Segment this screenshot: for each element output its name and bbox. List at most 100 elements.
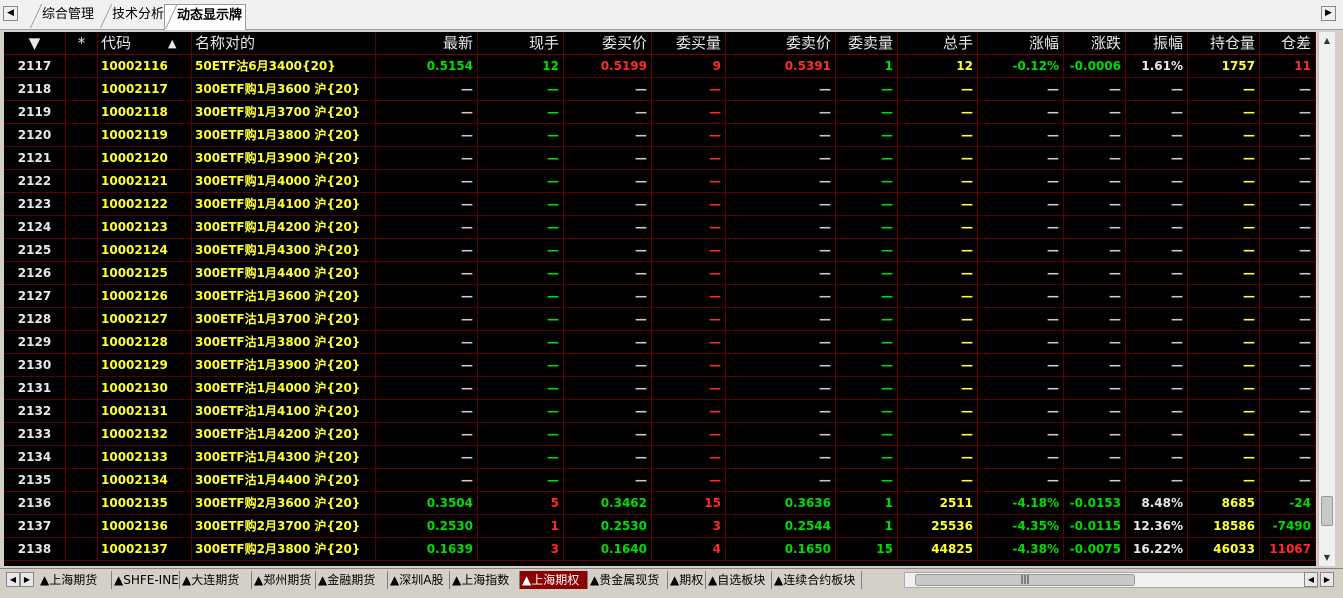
row-value: — — [978, 101, 1064, 124]
table-row[interactable]: 2126 10002125 300ETF购1月4400 沪{20} — — — — — — — — —… — [4, 262, 1316, 285]
row-value: — — [1188, 101, 1260, 124]
bottom-tab[interactable]: ▲郑州期货 — [252, 571, 316, 589]
table-row[interactable]: 2123 10002122 300ETF购1月4100 沪{20} — — — — — — — — —… — [4, 193, 1316, 216]
row-index: 2117 — [4, 55, 66, 78]
row-value: — — [1064, 446, 1126, 469]
table-row[interactable]: 2124 10002123 300ETF购1月4200 沪{20} — — — — — — — — —… — [4, 216, 1316, 239]
row-value: 1 — [478, 515, 564, 538]
header-code[interactable]: 代码 ▲ — [98, 32, 192, 55]
tab-dynamic-board[interactable]: 动态显示牌 — [164, 4, 246, 30]
hscroll-thumb[interactable]: ||| — [915, 574, 1135, 586]
table-row[interactable]: 2125 10002124 300ETF购1月4300 沪{20} — — — — — — — — —… — [4, 239, 1316, 262]
row-value: — — [1126, 239, 1188, 262]
table-row[interactable]: 2135 10002134 300ETF沽1月4400 沪{20} — — — — — — — — —… — [4, 469, 1316, 492]
row-value: — — [1260, 469, 1316, 492]
table-row[interactable]: 2119 10002118 300ETF购1月3700 沪{20} — — — — — — — — —… — [4, 101, 1316, 124]
bottom-tab-right-icon[interactable]: ▶ — [20, 572, 34, 587]
bottom-tab[interactable]: ▲上海期权 — [520, 571, 588, 589]
row-value: — — [1126, 469, 1188, 492]
row-value: — — [376, 331, 478, 354]
table-row[interactable]: 2121 10002120 300ETF购1月3900 沪{20} — — — — — — — — —… — [4, 147, 1316, 170]
table-row[interactable]: 2130 10002129 300ETF沽1月3900 沪{20} — — — — — — — — —… — [4, 354, 1316, 377]
header-name[interactable]: 名称对的 — [192, 32, 376, 55]
header-col[interactable]: 涨幅 — [978, 32, 1064, 55]
header-col[interactable]: 现手 — [478, 32, 564, 55]
table-row[interactable]: 2134 10002133 300ETF沽1月4300 沪{20} — — — — — — — — —… — [4, 446, 1316, 469]
tab-technical-analysis[interactable]: 技术分析 — [100, 4, 166, 28]
row-value: — — [898, 170, 978, 193]
header-col[interactable]: 最新 — [376, 32, 478, 55]
row-value: — — [1260, 423, 1316, 446]
bottom-tab[interactable]: ▲SHFE-INE — [112, 571, 180, 589]
row-value: — — [898, 262, 978, 285]
tab-label: 动态显示牌 — [177, 8, 243, 23]
row-index: 2128 — [4, 308, 66, 331]
table-row[interactable]: 2122 10002121 300ETF购1月4000 沪{20} — — — — — — — — —… — [4, 170, 1316, 193]
bottom-tab[interactable]: ▲期权 — [668, 571, 706, 589]
table-row[interactable]: 2133 10002132 300ETF沽1月4200 沪{20} — — — — — — — — —… — [4, 423, 1316, 446]
row-value: — — [652, 147, 726, 170]
bottom-tab[interactable]: ▲贵金属现货 — [588, 571, 668, 589]
row-value: — — [1260, 377, 1316, 400]
header-col[interactable]: 委买价 — [564, 32, 652, 55]
table-row[interactable]: 2136 10002135 300ETF购2月3600 沪{20} 0.3504 5 0.… — [4, 492, 1316, 515]
table-row[interactable]: 2117 10002116 50ETF沽6月3400{20} 0.5154 12 0.51… — [4, 55, 1316, 78]
scroll-up-icon[interactable]: ▲ — [1319, 32, 1335, 49]
row-value: — — [1260, 262, 1316, 285]
row-value: -7490 — [1260, 515, 1316, 538]
tab-general-management[interactable]: 综合管理 — [30, 4, 102, 28]
row-value: — — [898, 216, 978, 239]
table-row[interactable]: 2132 10002131 300ETF沽1月4100 沪{20} — — — — — — — — —… — [4, 400, 1316, 423]
row-value: — — [898, 193, 978, 216]
table-row[interactable]: 2120 10002119 300ETF购1月3800 沪{20} — — — — — — — — —… — [4, 124, 1316, 147]
row-value: — — [836, 216, 898, 239]
sort-toggle-icon[interactable]: ▼ — [4, 32, 66, 55]
row-code: 10002137 — [98, 538, 192, 561]
row-value: — — [564, 124, 652, 147]
row-index: 2129 — [4, 331, 66, 354]
table-row[interactable]: 2127 10002126 300ETF沽1月3600 沪{20} — — — — — — — — —… — [4, 285, 1316, 308]
header-col[interactable]: 委卖量 — [836, 32, 898, 55]
row-index: 2126 — [4, 262, 66, 285]
row-code: 10002131 — [98, 400, 192, 423]
scrollbar-thumb[interactable] — [1321, 496, 1333, 526]
tab-scroll-left-icon[interactable]: ◀ — [3, 6, 18, 21]
row-value: — — [478, 101, 564, 124]
bottom-tab[interactable]: ▲连续合约板块 — [772, 571, 862, 589]
bottom-tab[interactable]: ▲自选板块 — [706, 571, 772, 589]
horizontal-scrollbar[interactable]: ||| — [904, 572, 1318, 588]
row-value: — — [836, 377, 898, 400]
table-row[interactable]: 2138 10002137 300ETF购2月3800 沪{20} 0.1639 3 0.… — [4, 538, 1316, 561]
bottom-tab-left-icon[interactable]: ◀ — [6, 572, 20, 587]
header-col[interactable]: 委卖价 — [726, 32, 836, 55]
bottom-tab[interactable]: ▲大连期货 — [180, 571, 252, 589]
header-star[interactable]: * — [66, 32, 98, 55]
hscroll-left-icon[interactable]: ◀ — [1304, 572, 1318, 587]
bottom-tab[interactable]: ▲金融期货 — [316, 571, 388, 589]
header-col[interactable]: 涨跌 — [1064, 32, 1126, 55]
row-value: — — [726, 308, 836, 331]
row-star — [66, 446, 98, 469]
row-value: — — [564, 193, 652, 216]
vertical-scrollbar[interactable]: ▲ ▼ — [1318, 32, 1335, 566]
header-col[interactable]: 委买量 — [652, 32, 726, 55]
header-col[interactable]: 振幅 — [1126, 32, 1188, 55]
header-col[interactable]: 持仓量 — [1188, 32, 1260, 55]
bottom-tab[interactable]: ▲深圳A股 — [388, 571, 450, 589]
table-row[interactable]: 2118 10002117 300ETF购1月3600 沪{20} — — — — — — — — —… — [4, 78, 1316, 101]
hscroll-right-icon[interactable]: ▶ — [1320, 572, 1334, 587]
header-col[interactable]: 仓差 — [1260, 32, 1316, 55]
scroll-down-icon[interactable]: ▼ — [1319, 549, 1335, 566]
row-value: — — [1126, 285, 1188, 308]
bottom-tab[interactable]: ▲上海指数 — [450, 571, 520, 589]
header-col[interactable]: 总手 — [898, 32, 978, 55]
table-row[interactable]: 2131 10002130 300ETF沽1月4000 沪{20} — — — — — — — — —… — [4, 377, 1316, 400]
tab-scroll-right-icon[interactable]: ▶ — [1321, 6, 1336, 21]
bottom-tab[interactable]: ▲上海期货 — [38, 571, 112, 589]
row-value: — — [726, 101, 836, 124]
table-row[interactable]: 2128 10002127 300ETF沽1月3700 沪{20} — — — — — — — — —… — [4, 308, 1316, 331]
row-value: 0.1650 — [726, 538, 836, 561]
table-row[interactable]: 2129 10002128 300ETF沽1月3800 沪{20} — — — — — — — — —… — [4, 331, 1316, 354]
row-value: — — [652, 216, 726, 239]
table-row[interactable]: 2137 10002136 300ETF购2月3700 沪{20} 0.2530 1 0.… — [4, 515, 1316, 538]
